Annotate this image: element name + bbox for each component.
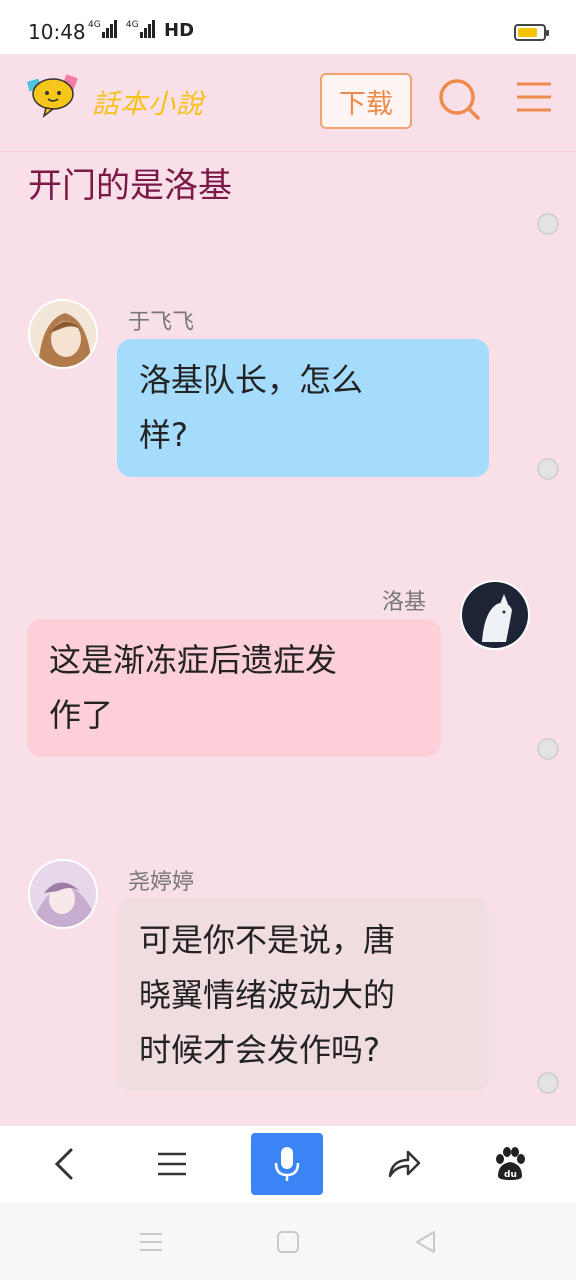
comment-dot[interactable] — [537, 213, 559, 235]
status-time: 10:48 — [28, 20, 86, 44]
avatar[interactable] — [28, 859, 98, 929]
back-arrow-icon — [54, 1148, 73, 1180]
system-back-button[interactable] — [410, 1227, 440, 1257]
home-button[interactable] — [273, 1227, 303, 1257]
voice-button[interactable] — [251, 1133, 323, 1195]
message-line: 晓翼情绪波动大的 — [139, 976, 396, 1014]
app-header: 話本小說 下载 — [0, 54, 576, 152]
message-line: 这是渐冻症后遗症发 — [49, 641, 338, 679]
baidu-button[interactable]: du — [474, 1133, 546, 1195]
bottom-toolbar: du — [0, 1125, 576, 1203]
search-icon[interactable] — [436, 76, 482, 122]
avatar[interactable] — [460, 580, 530, 650]
menu-button[interactable] — [136, 1133, 208, 1195]
network-type-1: 4G — [88, 20, 101, 30]
speaker-name: 于飞飞 — [128, 310, 195, 335]
status-bar: 10:48 4G 4G HD — [0, 0, 576, 54]
network-type-2: 4G — [125, 20, 139, 30]
back-button[interactable] — [28, 1133, 100, 1195]
chapter-title: 开门的是洛基 — [28, 166, 232, 206]
recents-button[interactable] — [136, 1227, 166, 1257]
speaker-name: 尧婷婷 — [128, 870, 195, 895]
message-line: 作了 — [49, 696, 114, 734]
home-icon — [277, 1231, 299, 1253]
battery-icon — [514, 24, 549, 41]
avatar[interactable] — [28, 299, 98, 369]
signal-icon: 4G 4G — [88, 20, 156, 38]
message-bubble[interactable]: 这是渐冻症后遗症发 作了 — [27, 619, 441, 757]
speaker-name: 洛基 — [382, 590, 427, 615]
app-logo-text[interactable]: 話本小說 — [92, 82, 204, 121]
download-button[interactable]: 下载 — [320, 73, 412, 129]
comment-dot[interactable] — [537, 738, 559, 760]
hamburger-menu-icon[interactable] — [514, 78, 554, 118]
recents-icon — [140, 1233, 162, 1251]
back-triangle-icon — [416, 1231, 435, 1253]
message-bubble[interactable]: 可是你不是说，唐 晓翼情绪波动大的 时候才会发作吗? — [117, 899, 489, 1091]
baidu-paw-icon: du — [496, 1147, 525, 1180]
battery-level — [518, 28, 537, 37]
message-line: 时候才会发作吗? — [139, 1031, 380, 1069]
list-menu-icon — [158, 1152, 186, 1176]
comment-dot[interactable] — [537, 458, 559, 480]
message-line: 可是你不是说，唐 — [139, 921, 396, 959]
hd-indicator: HD — [164, 20, 195, 41]
speech-bubble-logo-icon[interactable] — [26, 74, 80, 118]
microphone-icon — [274, 1147, 300, 1181]
message-line: 洛基队长，怎么 — [139, 361, 364, 399]
share-icon — [388, 1150, 421, 1178]
message-bubble[interactable]: 洛基队长，怎么 样? — [117, 339, 489, 477]
svg-text:du: du — [504, 1170, 517, 1180]
comment-dot[interactable] — [537, 1072, 559, 1094]
share-button[interactable] — [368, 1133, 440, 1195]
system-nav-bar — [0, 1203, 576, 1280]
message-line: 样? — [139, 416, 188, 454]
